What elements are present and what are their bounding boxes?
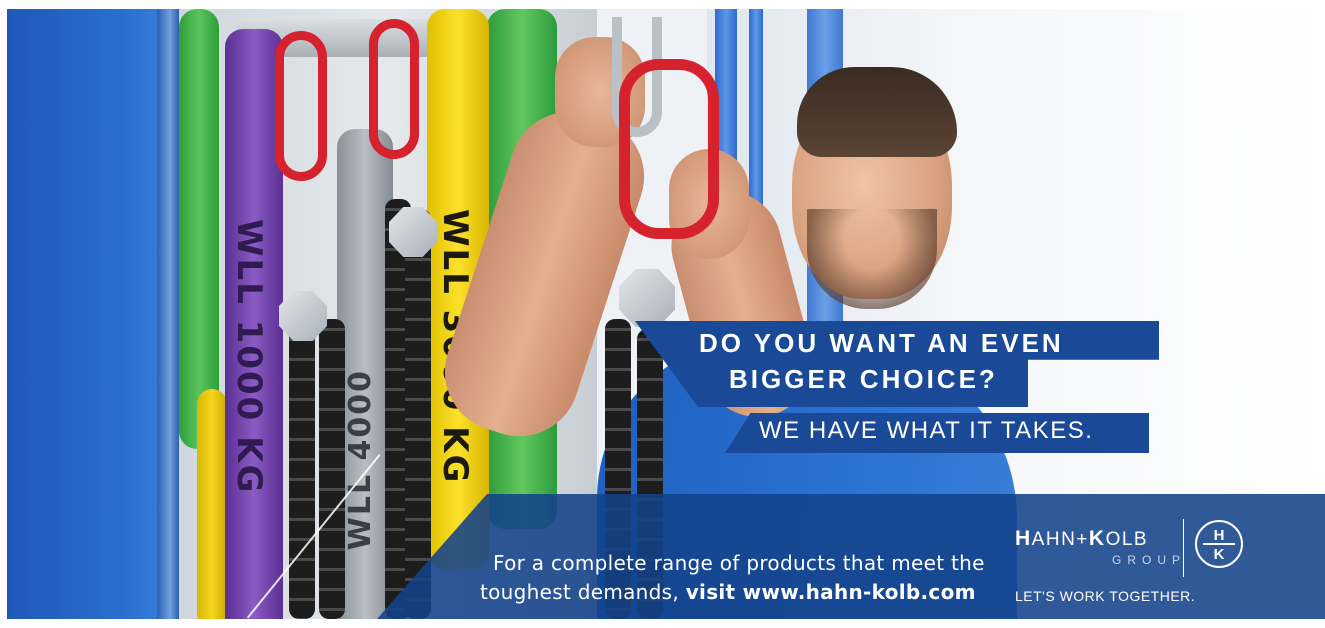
body-line-2: toughest demands, visit www.hahn-kolb.co… <box>480 578 985 607</box>
brand-divider <box>1183 519 1184 577</box>
brand-letter-k: K <box>1088 527 1106 550</box>
logo-letter-k: K <box>1214 546 1225 563</box>
red-master-link <box>369 19 419 159</box>
headline-line-1: DO YOU WANT AN EVEN <box>699 328 1064 358</box>
brand-group-label: GROUP <box>1112 553 1187 567</box>
body-line-2-text: toughest demands, <box>480 580 686 604</box>
chain-tag <box>389 207 437 257</box>
body-copy: For a complete range of products that me… <box>480 549 985 607</box>
advertisement-banner[interactable]: WLL 1000 KG WLL 4000 WLL 3000 KG <box>7 9 1325 619</box>
headline-line-2: BIGGER CHOICE? <box>729 364 998 394</box>
brand-wordmark: HAHN+KOLB <box>1015 527 1148 551</box>
red-master-link-held <box>619 59 719 239</box>
chain-tag <box>619 269 675 327</box>
red-master-link <box>275 31 327 181</box>
green-sling <box>179 9 219 449</box>
headline: DO YOU WANT AN EVEN BIGGER CHOICE? <box>699 325 1064 397</box>
brand-letter-h: H <box>1015 527 1032 550</box>
website-link[interactable]: visit www.hahn-kolb.com <box>686 580 976 604</box>
chain-tag <box>279 291 327 341</box>
sling-label-purple: WLL 1000 KG <box>229 219 269 495</box>
subheadline: WE HAVE WHAT IT TAKES. <box>759 417 1094 444</box>
brand-text: AHN+ <box>1031 529 1089 550</box>
chain <box>405 209 431 619</box>
brand-tagline: LET'S WORK TOGETHER. <box>1015 588 1196 604</box>
cabinet-frame <box>157 9 179 619</box>
chain <box>289 309 315 619</box>
blue-wall <box>7 9 172 619</box>
brand-text: OLB <box>1105 529 1149 550</box>
logo-letter-h: H <box>1214 527 1225 544</box>
hk-logo-icon: H K <box>1195 520 1243 568</box>
yellow-sling <box>197 389 227 619</box>
body-line-1: For a complete range of products that me… <box>493 551 985 575</box>
chain <box>319 319 345 619</box>
brand-block[interactable]: HAHN+KOLB GROUP H K LET'S WORK TOGETHER. <box>1012 509 1312 609</box>
